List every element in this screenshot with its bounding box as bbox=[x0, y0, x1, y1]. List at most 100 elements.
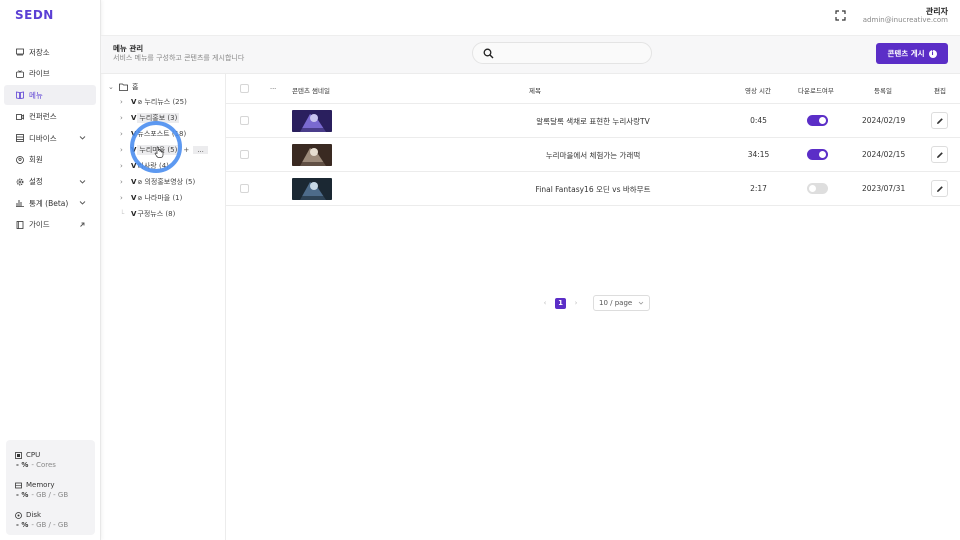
download-toggle[interactable] bbox=[807, 183, 828, 194]
pencil-icon bbox=[936, 151, 943, 158]
select-all-checkbox[interactable] bbox=[240, 84, 249, 93]
fullscreen-icon[interactable] bbox=[835, 10, 846, 21]
disk-percent: - % bbox=[16, 521, 29, 529]
chevron-right-icon[interactable]: › bbox=[120, 98, 128, 106]
visible-icon: V bbox=[131, 194, 137, 202]
tree-item[interactable]: › V 리사랑 (4) bbox=[120, 159, 169, 173]
tree-item-label: 누리뉴스 (25) bbox=[144, 98, 187, 106]
memory-title: Memory bbox=[26, 481, 55, 489]
chevron-right-icon[interactable]: › bbox=[120, 130, 128, 138]
content-title[interactable]: Final Fantasy16 오딘 vs 바하무트 bbox=[226, 184, 960, 195]
sidebar-item-storage[interactable]: 저장소 bbox=[4, 42, 96, 62]
drag-handle-icon[interactable]: + bbox=[183, 146, 189, 154]
folder-icon bbox=[119, 83, 128, 91]
next-page-button[interactable]: › bbox=[569, 299, 583, 307]
post-content-button[interactable]: 콘텐츠 게시 i bbox=[876, 43, 948, 64]
table-row[interactable]: Final Fantasy16 오딘 vs 바하무트 2:17 2023/07/… bbox=[226, 172, 960, 206]
cpu-cores: - Cores bbox=[31, 461, 56, 469]
hand-cursor-icon bbox=[154, 146, 164, 158]
page-size-select[interactable]: 10 / page bbox=[593, 295, 650, 311]
tree-item-more-button[interactable]: ... bbox=[193, 146, 208, 154]
sidebar-item-menu[interactable]: 메뉴 bbox=[4, 85, 96, 106]
column-duration: 영상 시간 bbox=[745, 87, 771, 95]
download-toggle[interactable] bbox=[807, 149, 828, 160]
tree-root-label: 홈 bbox=[132, 83, 139, 91]
hidden-eye-icon: ⊘ bbox=[137, 98, 143, 106]
sidebar-item-live[interactable]: 라이브 bbox=[4, 64, 96, 84]
memory-percent: - % bbox=[16, 491, 29, 499]
sidebar-item-member[interactable]: 회원 bbox=[4, 150, 96, 170]
pencil-icon bbox=[936, 117, 943, 124]
pencil-icon bbox=[936, 185, 943, 192]
tree-item[interactable]: › V ⊘ 누리뉴스 (25) bbox=[120, 95, 187, 109]
disk-amount: - GB / - GB bbox=[31, 521, 69, 529]
live-icon bbox=[16, 69, 24, 78]
pagination: ‹ 1 › 10 / page bbox=[538, 295, 650, 311]
sidebar-item-conference[interactable]: 컨퍼런스 bbox=[4, 107, 96, 127]
chevron-right-icon[interactable]: › bbox=[120, 114, 128, 122]
content-duration: 34:15 bbox=[747, 150, 770, 159]
external-link-icon bbox=[80, 222, 85, 227]
content-title[interactable]: 누리마을에서 체험가는 가래떡 bbox=[226, 150, 960, 161]
tree-item-label: 뉴스포스트 (18) bbox=[137, 130, 187, 138]
table-row[interactable]: 누리마을에서 체험가는 가래떡 34:15 2024/02/15 bbox=[226, 138, 960, 172]
column-more[interactable]: ... bbox=[270, 83, 276, 91]
memory-icon bbox=[15, 482, 22, 488]
sidebar-item-stats[interactable]: 통계 (Beta) bbox=[4, 193, 96, 213]
chevron-down-icon bbox=[79, 201, 86, 205]
tree-item-label: 의정홍보영상 (5) bbox=[144, 178, 196, 186]
search-input[interactable] bbox=[501, 46, 641, 60]
storage-icon bbox=[16, 48, 24, 56]
cpu-percent: - % bbox=[16, 461, 29, 469]
content-title[interactable]: 알록달록 색채로 표현한 누리사랑TV bbox=[226, 116, 960, 127]
disk-usage: Disk - % - GB / - GB bbox=[15, 510, 95, 530]
sidebar-item-settings[interactable]: 설정 bbox=[4, 172, 96, 192]
search-box[interactable] bbox=[472, 42, 652, 64]
prev-page-button[interactable]: ‹ bbox=[538, 299, 552, 307]
tree-item[interactable]: › V ⊘ 나라마을 (1) bbox=[120, 191, 182, 205]
tree-item[interactable]: └ V 구정뉴스 (8) bbox=[120, 207, 175, 221]
info-icon: i bbox=[928, 49, 937, 58]
menu-tree: ⌄ 홈 › V ⊘ 누리뉴스 (25) › V 누리홍보 (3) › V 뉴스포스… bbox=[101, 74, 226, 540]
stats-icon bbox=[16, 199, 24, 208]
menu-icon bbox=[16, 91, 24, 100]
chevron-right-icon[interactable]: › bbox=[120, 178, 128, 186]
visible-icon: V bbox=[131, 210, 137, 218]
sidebar-nav: 저장소 라이브 메뉴 컨퍼런스 디바이스 회원 설정 통계 (Beta) 가이드 bbox=[4, 42, 96, 236]
post-content-label: 콘텐츠 게시 bbox=[887, 49, 925, 58]
visible-icon: V bbox=[131, 130, 137, 138]
tree-item[interactable]: › V 뉴스포스트 (18) bbox=[120, 127, 186, 141]
content-table: ... 콘텐츠 썸네일 제목 영상 시간 다운로드여부 등록일 편집 알록달록 … bbox=[226, 74, 960, 311]
content-duration: 0:45 bbox=[750, 116, 767, 125]
tree-root[interactable]: ⌄ 홈 bbox=[108, 80, 138, 94]
chevron-right-icon[interactable]: › bbox=[120, 162, 128, 170]
sidebar-item-device[interactable]: 디바이스 bbox=[4, 128, 96, 148]
disk-title: Disk bbox=[26, 511, 42, 519]
page-number-current[interactable]: 1 bbox=[555, 297, 566, 309]
tree-item[interactable]: › V 누리홍보 (3) bbox=[120, 111, 180, 125]
tree-item-label: 누리홍보 (3) bbox=[137, 113, 180, 123]
visible-icon: V bbox=[131, 114, 137, 122]
edit-button[interactable] bbox=[931, 146, 948, 163]
chevron-right-icon[interactable]: › bbox=[120, 146, 128, 154]
tree-item[interactable]: › V ⊘ 의정홍보영상 (5) bbox=[120, 175, 195, 189]
search-icon bbox=[483, 48, 494, 59]
page-header: 메뉴 관리 서비스 메뉴를 구성하고 콘텐츠를 게시합니다 콘텐츠 게시 i bbox=[101, 36, 960, 74]
chevron-right-icon[interactable]: › bbox=[120, 194, 128, 202]
column-title: 제목 bbox=[529, 87, 541, 95]
download-toggle[interactable] bbox=[807, 115, 828, 126]
table-row[interactable]: 알록달록 색채로 표현한 누리사랑TV 0:45 2024/02/19 bbox=[226, 104, 960, 138]
sidebar-item-label: 회원 bbox=[29, 155, 43, 165]
sidebar-item-label: 컨퍼런스 bbox=[29, 112, 57, 122]
edit-button[interactable] bbox=[931, 112, 948, 129]
chevron-down-icon[interactable]: ⌄ bbox=[108, 83, 116, 91]
sidebar-item-guide[interactable]: 가이드 bbox=[4, 215, 96, 235]
resource-usage-panel: CPU - % - Cores Memory - % - GB / - GB Dis… bbox=[6, 440, 95, 535]
edit-button[interactable] bbox=[931, 180, 948, 197]
cpu-title: CPU bbox=[26, 451, 41, 459]
visible-icon: V bbox=[131, 98, 137, 106]
topbar: 관리자 admin@inucreative.com bbox=[101, 0, 960, 36]
visible-icon: V bbox=[131, 178, 137, 186]
app-logo[interactable]: SEDN bbox=[15, 8, 54, 22]
toggle-knob bbox=[819, 151, 826, 158]
